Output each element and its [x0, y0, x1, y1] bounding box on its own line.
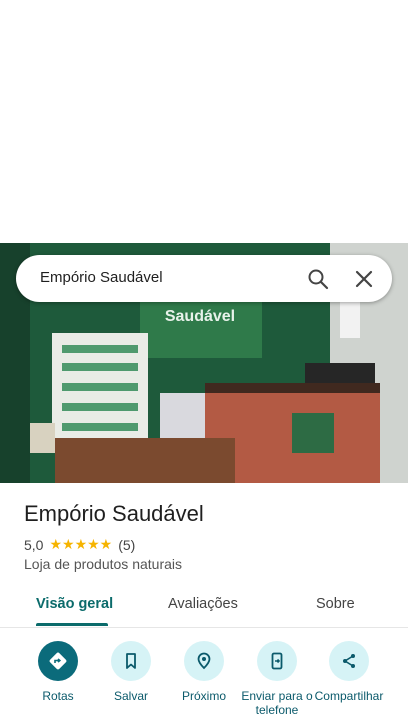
save-button[interactable]: Salvar	[95, 641, 167, 703]
nearby-button[interactable]: Próximo	[168, 641, 240, 703]
search-bar[interactable]: Empório Saudável	[16, 255, 392, 302]
nearby-icon	[197, 652, 211, 670]
tab-bar: Visão geral Avaliações Sobre	[0, 585, 408, 628]
directions-icon	[49, 652, 67, 670]
star-rating-icon: ★★★★★	[49, 536, 113, 552]
share-icon	[343, 654, 355, 668]
review-count[interactable]: (5)	[118, 537, 135, 553]
map-area[interactable]	[0, 0, 408, 243]
send-to-phone-icon	[271, 652, 283, 670]
share-label: Compartilhar	[314, 689, 384, 703]
rating-row[interactable]: 5,0 ★★★★★ (5)	[24, 536, 135, 553]
search-input[interactable]: Empório Saudável	[40, 269, 163, 286]
nearby-label: Próximo	[181, 689, 226, 703]
active-tab-indicator	[36, 623, 108, 626]
tab-overview[interactable]: Visão geral	[36, 596, 113, 612]
place-category: Loja de produtos naturais	[24, 556, 182, 572]
share-button[interactable]: Compartilhar	[313, 641, 385, 703]
send-to-phone-label: Enviar para o telefone	[241, 689, 313, 717]
bookmark-icon	[126, 653, 136, 669]
search-icon[interactable]	[306, 267, 330, 291]
send-to-phone-button[interactable]: Enviar para o telefone	[241, 641, 313, 717]
rating-value: 5,0	[24, 536, 44, 553]
directions-button[interactable]: Rotas	[22, 641, 94, 703]
close-icon[interactable]	[352, 267, 376, 291]
tab-reviews[interactable]: Avaliações	[168, 596, 238, 612]
save-label: Salvar	[113, 689, 148, 703]
tab-about[interactable]: Sobre	[316, 596, 355, 612]
place-title: Empório Saudável	[24, 501, 204, 526]
directions-label: Rotas	[42, 689, 74, 703]
store-sign-text: Saudável	[165, 308, 235, 325]
